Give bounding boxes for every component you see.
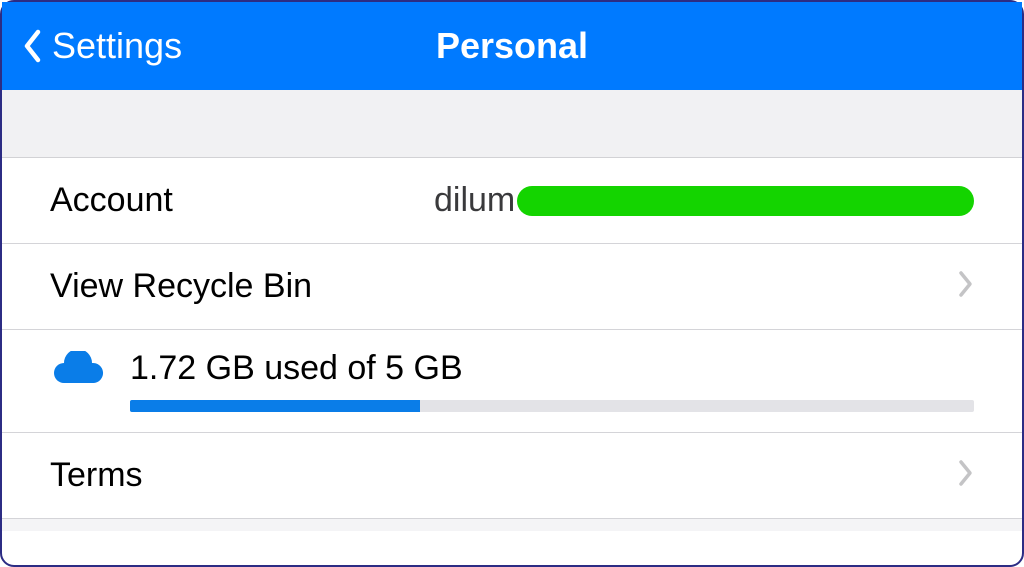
chevron-left-icon [20,26,44,66]
storage-text: 1.72 GB used of 5 GB [130,349,463,388]
recycle-bin-label: View Recycle Bin [50,267,312,306]
account-value-container: dilum [434,181,974,220]
page-title: Personal [436,25,588,67]
back-label: Settings [52,25,182,67]
section-spacer [2,90,1022,158]
redacted-bar [517,186,974,216]
storage-progress-fill [130,400,420,412]
account-label: Account [50,181,173,220]
storage-info: 1.72 GB used of 5 GB [50,348,974,388]
terms-row[interactable]: Terms [2,433,1022,519]
settings-list: Account dilum View Recycle Bin 1.72 GB u… [2,158,1022,519]
view-recycle-bin-row[interactable]: View Recycle Bin [2,244,1022,330]
header-bar: Settings Personal [2,2,1022,90]
cloud-icon [50,348,106,388]
chevron-right-icon [958,270,974,303]
list-footer-gap [2,519,1022,531]
back-button[interactable]: Settings [20,25,182,67]
storage-progress-bar [130,400,974,412]
terms-label: Terms [50,456,143,495]
storage-row: 1.72 GB used of 5 GB [2,330,1022,433]
account-email-prefix: dilum [434,181,515,220]
chevron-right-icon [958,459,974,492]
account-row[interactable]: Account dilum [2,158,1022,244]
